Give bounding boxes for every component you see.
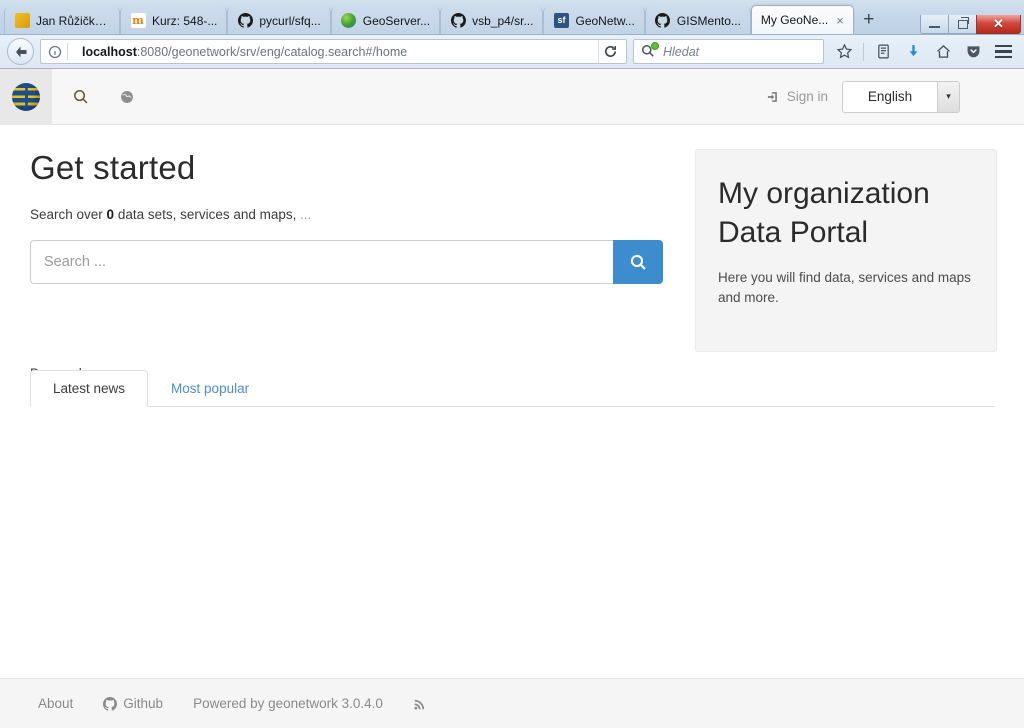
tab-label: Jan Růžička - s... [36,13,110,28]
geoserver-favicon [341,13,357,29]
url-host: localhost [82,44,137,59]
browser-tab-2[interactable]: pycurl/sfq... [227,7,331,34]
reload-button[interactable] [598,40,622,63]
tab-label: vsb_p4/sr... [472,13,534,28]
browser-window: Jan Růžička - s... m Kurz: 548-... pycur… [0,0,1024,728]
search-submit-button[interactable] [613,240,663,284]
tab-label: My GeoNe... [760,13,829,27]
url-bar[interactable]: localhost:8080/geonetwork/srv/eng/catalo… [40,39,627,64]
browser-tab-6[interactable]: GISMento... [644,7,751,34]
url-path: :8080/geonetwork/srv/eng/catalog.search#… [136,44,408,59]
browser-tab-0[interactable]: Jan Růžička - s... [4,7,120,34]
footer-rss-link[interactable] [413,697,427,711]
moodle-favicon: m [130,13,146,28]
search-icon [630,254,646,270]
tab-label: Kurz: 548-... [152,13,218,28]
close-tab-icon[interactable]: × [836,14,844,27]
close-window-button[interactable]: ✕ [976,15,1021,34]
tab-most-popular[interactable]: Most popular [148,370,272,407]
browser-tab-4[interactable]: vsb_p4/sr... [440,7,544,34]
map-nav-icon[interactable] [106,69,148,125]
github-favicon [237,13,253,29]
footer-link-about[interactable]: About [38,696,73,711]
count-suffix: data sets, services and maps, [114,207,301,222]
tab-latest-news[interactable]: Latest news [30,370,149,407]
search-nav-icon[interactable] [60,69,102,125]
sign-in-icon [767,91,777,102]
footer-about-label: About [38,696,74,711]
geonetwork-header: Sign in English ▾ [0,69,1024,125]
footer-version-label: Powered by geonetwork 3.0.4.0 [193,696,383,711]
restore-button[interactable] [948,15,977,34]
window-favicon [14,13,30,29]
pocket-icon[interactable] [959,38,987,65]
downloads-icon[interactable] [899,38,927,65]
browser-titlebar: Jan Růžička - s... m Kurz: 548-... pycur… [0,0,1024,35]
browser-search-bar[interactable]: Hledat [633,39,824,64]
footer-powered-by: Powered by geonetwork 3.0.4.0 [193,696,383,711]
record-count: 0 [106,207,115,222]
sourceforge-favicon: sf [553,13,569,29]
catalog-search-group [30,240,663,284]
menu-icon[interactable] [989,38,1017,65]
add-engine-badge [651,42,659,50]
main-column: Get started Search over 0 data sets, ser… [30,149,665,678]
organization-panel: My organization Data Portal Here you will… [695,149,997,352]
web-page: Sign in English ▾ Get started Search ove… [0,69,1024,728]
header-nav [52,69,148,124]
sign-in-button[interactable]: Sign in [766,89,828,104]
browser-search-placeholder: Hledat [663,44,700,59]
globe-logo-icon [12,83,40,111]
browser-tab-active[interactable]: My GeoNe... × [750,5,854,34]
header-actions: Sign in English ▾ [766,69,1024,124]
organization-description: Here you will find data, services and ma… [718,270,971,305]
search-input[interactable] [30,240,613,284]
tab-label: pycurl/sfq... [259,13,321,28]
toolbar-icons [830,38,1017,65]
org-title-line2: Data Portal [718,216,869,249]
minimize-button[interactable] [920,15,949,34]
tab-label: GeoNetw... [575,13,635,28]
geonetwork-globe-logo[interactable] [0,69,52,125]
chevron-down-icon[interactable]: ▾ [937,81,959,112]
new-tab-button[interactable]: + [856,7,882,33]
page-footer: About Github Powered by geonetwork 3.0.4… [0,678,1024,728]
github-favicon [655,13,671,29]
url-text[interactable]: localhost:8080/geonetwork/srv/eng/catalo… [74,45,598,59]
page-body: Get started Search over 0 data sets, ser… [0,125,1024,678]
tab-strip: Jan Růžička - s... m Kurz: 548-... pycur… [4,0,921,34]
back-arrow-icon [15,46,26,57]
browser-toolbar: localhost:8080/geonetwork/srv/eng/catalo… [0,35,1024,69]
language-select[interactable]: English ▾ [842,80,960,113]
count-prefix: Search over [30,207,107,222]
count-ellipsis: ... [300,207,312,222]
search-icon [641,42,659,59]
org-title-line1: My organization [718,177,930,210]
tab-label: GeoServer... [362,13,431,28]
github-icon [103,696,118,711]
footer-github-label: Github [123,696,164,711]
reload-icon [605,45,617,57]
footer-link-github[interactable]: Github [103,696,163,711]
browser-tab-3[interactable]: GeoServer... [330,7,441,34]
github-favicon [450,13,466,29]
organization-title: My organization Data Portal [718,174,974,252]
tab-label: GISMento... [676,13,741,28]
rss-icon [414,699,425,710]
sign-in-label: Sign in [786,89,828,104]
page-title: Get started [30,149,196,186]
browser-tab-5[interactable]: sf GeoNetw... [543,7,645,34]
window-controls: ✕ [920,14,1024,34]
browse-tabs: Latest news Most popular [30,370,995,407]
record-count-text: Search over 0 data sets, services and ma… [30,207,665,222]
browser-tab-1[interactable]: m Kurz: 548-... [120,7,228,34]
library-icon[interactable] [869,38,897,65]
site-identity-icon[interactable] [45,43,74,60]
language-value: English [867,89,913,104]
bookmark-star-icon[interactable] [830,38,858,65]
back-button[interactable] [7,38,34,65]
home-icon[interactable] [929,38,957,65]
